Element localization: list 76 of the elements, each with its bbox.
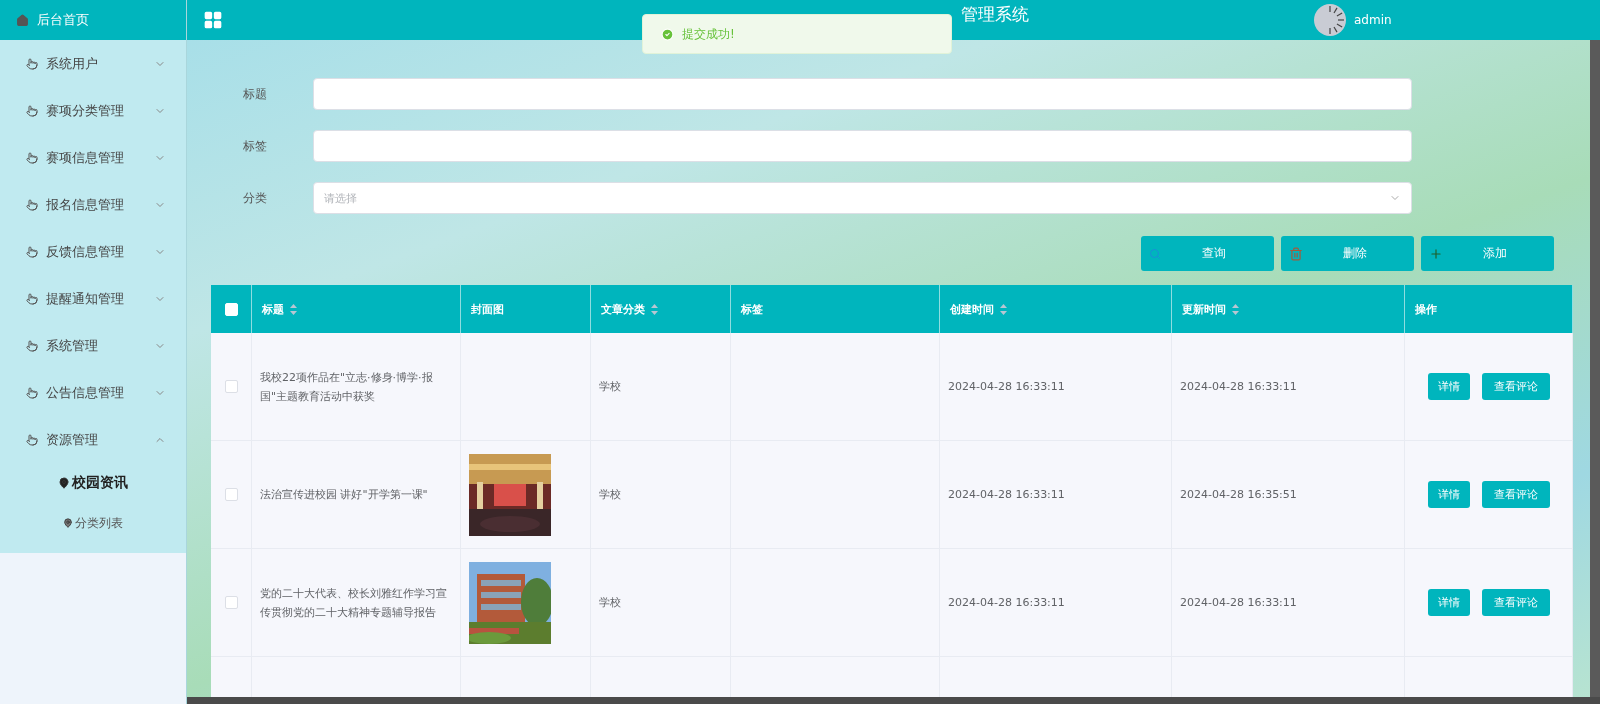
checkbox[interactable]: [224, 488, 238, 501]
menu-item[interactable]: 反馈信息管理: [0, 228, 186, 275]
user-name[interactable]: admin: [1354, 13, 1392, 27]
pointer-icon: [26, 245, 38, 258]
column-header[interactable]: 创建时间: [950, 301, 994, 317]
checkbox[interactable]: [224, 380, 238, 393]
menu-item[interactable]: 赛项分类管理: [0, 87, 186, 134]
input-field[interactable]: [313, 130, 1412, 162]
table-cell-text: 学校: [599, 487, 621, 503]
pin-icon: [63, 518, 73, 528]
home-link[interactable]: 后台首页: [37, 11, 89, 29]
menu-item[interactable]: 系统用户: [0, 40, 186, 87]
field-label: 标签: [242, 137, 268, 155]
checkbox[interactable]: [224, 596, 238, 609]
scrollbar[interactable]: [187, 697, 1600, 704]
pointer-icon: [26, 433, 38, 446]
table-cell-text: 2024-04-28 16:33:11: [948, 379, 1065, 395]
table-cell-text: 2024-04-28 16:33:11: [1180, 379, 1297, 395]
column-header[interactable]: 更新时间: [1182, 301, 1226, 317]
avatar-icon[interactable]: [1314, 4, 1346, 36]
toast-message: 提交成功!: [682, 25, 735, 43]
comments-button[interactable]: 查看评论: [1481, 481, 1550, 508]
pointer-icon: [26, 386, 38, 399]
column-header[interactable]: 文章分类: [601, 301, 645, 317]
input-field[interactable]: [313, 78, 1412, 110]
table-cell-text: 法治宣传进校园 讲好"开学第一课": [260, 487, 428, 503]
table-cell-text: 我校22项作品在"立志·修身·博学·报国"主题教育活动中获奖: [260, 369, 434, 405]
menu-item[interactable]: 公告信息管理: [0, 369, 186, 416]
menu-item[interactable]: 资源管理: [0, 416, 186, 463]
pointer-icon: [26, 57, 38, 70]
delete-button[interactable]: 删除: [1281, 236, 1414, 271]
pointer-icon: [26, 151, 38, 164]
menu-item[interactable]: 赛项信息管理: [0, 134, 186, 181]
column-header: 封面图: [471, 301, 504, 317]
column-header: 操作: [1415, 301, 1437, 317]
table-cell-text: 学校: [599, 595, 621, 611]
detail-button[interactable]: 详情: [1427, 481, 1470, 508]
column-header: 标签: [741, 301, 763, 317]
submenu-item[interactable]: 校园资讯: [72, 474, 128, 492]
check-icon: [661, 27, 674, 41]
table-cell-text: 学校: [599, 379, 621, 395]
home-icon: [16, 13, 29, 27]
add-button[interactable]: 添加: [1421, 236, 1554, 271]
detail-button[interactable]: 详情: [1427, 373, 1470, 400]
sort-icon[interactable]: [290, 303, 297, 315]
app-title: 管理系统: [960, 3, 1030, 26]
column-header[interactable]: 标题: [262, 301, 284, 317]
grid-icon[interactable]: [203, 10, 223, 30]
pointer-icon: [26, 339, 38, 352]
detail-button[interactable]: 详情: [1427, 589, 1470, 616]
menu-item[interactable]: 提醒通知管理: [0, 275, 186, 322]
sort-icon[interactable]: [651, 303, 658, 315]
menu-item[interactable]: 报名信息管理: [0, 181, 186, 228]
pin-icon: [58, 477, 70, 489]
table-cell-text: 2024-04-28 16:35:51: [1180, 487, 1297, 503]
pointer-icon: [26, 198, 38, 211]
comments-button[interactable]: 查看评论: [1481, 589, 1550, 616]
scrollbar[interactable]: [1590, 40, 1600, 697]
table-cell-text: 2024-04-28 16:33:11: [948, 595, 1065, 611]
field-label: 分类: [242, 189, 268, 207]
trash-icon: [1289, 246, 1303, 261]
search-button[interactable]: 查询: [1141, 236, 1274, 271]
submenu-item[interactable]: 分类列表: [75, 514, 123, 532]
field-label: 标题: [242, 85, 268, 103]
select-field[interactable]: 请选择: [313, 182, 1412, 214]
menu-item[interactable]: 系统管理: [0, 322, 186, 369]
table-cell-text: 党的二十大代表、校长刘雅红作学习宣传贯彻党的二十大精神专题辅导报告: [260, 585, 448, 621]
comments-button[interactable]: 查看评论: [1481, 373, 1550, 400]
sort-icon[interactable]: [1232, 303, 1239, 315]
table-cell-text: 2024-04-28 16:33:11: [948, 487, 1065, 503]
plus-icon: [1429, 246, 1443, 261]
search-icon: [1149, 247, 1161, 260]
table-cell-text: 2024-04-28 16:33:11: [1180, 595, 1297, 611]
sort-icon[interactable]: [1000, 303, 1007, 315]
pointer-icon: [26, 292, 38, 305]
pointer-icon: [26, 104, 38, 117]
